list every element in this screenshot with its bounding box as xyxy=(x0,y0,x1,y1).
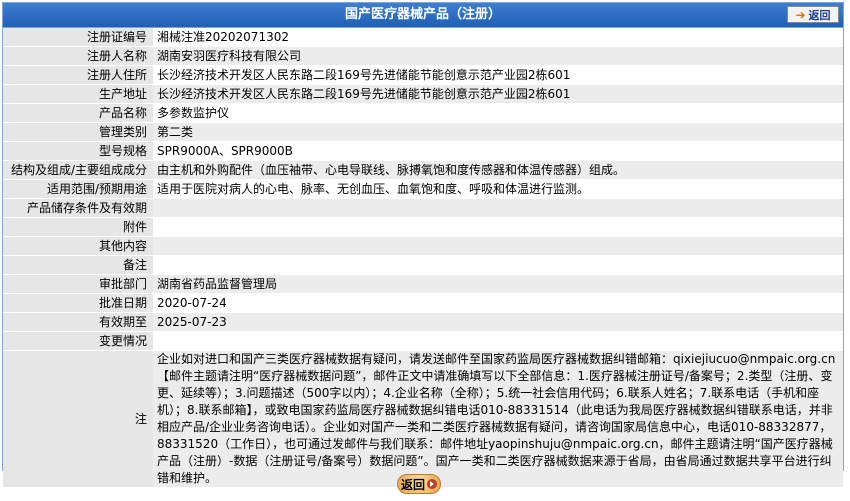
table-row: 批准日期 2020-07-24 xyxy=(3,293,843,313)
field-label: 适用范围/预期用途 xyxy=(3,179,153,199)
table-row: 注册人名称 湖南安羽医疗科技有限公司 xyxy=(3,46,843,66)
field-label: 有效期至 xyxy=(3,312,153,332)
field-value xyxy=(153,331,843,351)
table-row: 管理类别 第二类 xyxy=(3,122,843,142)
table-row: 备注 xyxy=(3,255,843,275)
field-value: SPR9000A、SPR9000B xyxy=(153,141,843,161)
field-value: 适用于医院对病人的心电、脉率、无创血压、血氧饱和度、呼吸和体温进行监测。 xyxy=(153,179,843,199)
play-icon xyxy=(427,479,437,489)
field-value: 2020-07-24 xyxy=(153,293,843,313)
page-title: 国产医疗器械产品（注册） xyxy=(344,7,501,22)
field-label: 注册人名称 xyxy=(3,46,153,66)
field-value: 长沙经济技术开发区人民东路二段169号先进储能节能创意示范产业园2栋601 xyxy=(153,84,843,104)
detail-table: 注册证编号 湘械注准20202071302 注册人名称 湖南安羽医疗科技有限公司 注册人… xyxy=(3,28,843,488)
field-value xyxy=(153,236,843,256)
table-row: 适用范围/预期用途 适用于医院对病人的心电、脉率、无创血压、血氧饱和度、呼吸和体温… xyxy=(3,179,843,199)
table-row-note: 注企业如对进口和国产三类医疗器械数据有疑问，请发送邮件至国家药监局医疗器械数据纠… xyxy=(3,350,843,488)
back-button-top[interactable]: ➔ 返回 xyxy=(787,6,839,23)
field-label: 其他内容 xyxy=(3,236,153,256)
field-value xyxy=(153,198,843,218)
table-row: 其他内容 xyxy=(3,236,843,256)
table-row: 产品名称 多参数监护仪 xyxy=(3,103,843,123)
field-label: 审批部门 xyxy=(3,274,153,294)
table-row: 附件 xyxy=(3,217,843,237)
table-row: 有效期至 2025-07-23 xyxy=(3,312,843,332)
table-row: 变更情况 xyxy=(3,331,843,351)
detail-panel: 国产医疗器械产品（注册） ➔ 返回 注册证编号 湘械注准20202071302 注册… xyxy=(2,2,844,488)
field-label: 批准日期 xyxy=(3,293,153,313)
field-value: 长沙经济技术开发区人民东路二段169号先进储能节能创意示范产业园2栋601 xyxy=(153,65,843,85)
table-row: 结构及组成/主要组成成分 由主机和外购配件（血压袖带、心电导联线、脉搏氧饱和度传感… xyxy=(3,160,843,180)
field-value: 2025-07-23 xyxy=(153,312,843,332)
field-label: 附件 xyxy=(3,217,153,237)
back-button-bottom-label: 返回 xyxy=(400,477,425,492)
field-label: 型号规格 xyxy=(3,141,153,161)
field-label: 生产地址 xyxy=(3,84,153,104)
field-value: 湘械注准20202071302 xyxy=(153,28,843,47)
title-bar: 国产医疗器械产品（注册） ➔ 返回 xyxy=(3,3,843,28)
field-label: 结构及组成/主要组成成分 xyxy=(3,160,153,180)
field-label: 注册证编号 xyxy=(3,28,153,47)
table-row: 生产地址 长沙经济技术开发区人民东路二段169号先进储能节能创意示范产业园2栋60… xyxy=(3,84,843,104)
field-value: 第二类 xyxy=(153,122,843,142)
field-label: 变更情况 xyxy=(3,331,153,351)
field-label: 产品名称 xyxy=(3,103,153,123)
table-row: 产品储存条件及有效期 xyxy=(3,198,843,218)
table-row: 注册人住所 长沙经济技术开发区人民东路二段169号先进储能节能创意示范产业园2栋6… xyxy=(3,65,843,85)
field-value: 湖南省药品监督管理局 xyxy=(153,274,843,294)
field-value xyxy=(153,217,843,237)
back-button-label: 返回 xyxy=(808,8,831,22)
field-value: 湖南安羽医疗科技有限公司 xyxy=(153,46,843,66)
table-row: 型号规格 SPR9000A、SPR9000B xyxy=(3,141,843,161)
field-label: 产品储存条件及有效期 xyxy=(3,198,153,218)
field-label: 管理类别 xyxy=(3,122,153,142)
arrow-right-icon: ➔ xyxy=(795,7,806,22)
table-row: 注册证编号 湘械注准20202071302 xyxy=(3,28,843,47)
field-value: 多参数监护仪 xyxy=(153,103,843,123)
note-label: 注 xyxy=(3,350,153,488)
field-value xyxy=(153,255,843,275)
back-button-bottom[interactable]: 返回 xyxy=(397,474,441,494)
table-row: 审批部门 湖南省药品监督管理局 xyxy=(3,274,843,294)
field-label: 备注 xyxy=(3,255,153,275)
field-label: 注册人住所 xyxy=(3,65,153,85)
field-value: 由主机和外购配件（血压袖带、心电导联线、脉搏氧饱和度传感器和体温传感器）组成。 xyxy=(153,160,843,180)
note-text: 企业如对进口和国产三类医疗器械数据有疑问，请发送邮件至国家药监局医疗器械数据纠错… xyxy=(153,350,843,488)
